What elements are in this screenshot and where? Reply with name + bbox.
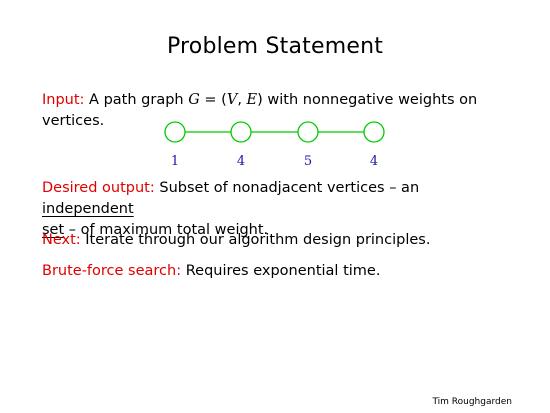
desired-output-label: Desired output: [42, 180, 155, 196]
brute-force-paragraph: Brute-force search: Requires exponential… [42, 261, 512, 282]
brute-force-label: Brute-force search: [42, 263, 182, 279]
next-label: Next: [42, 232, 81, 248]
brute-force-text: Requires exponential time. [185, 263, 381, 279]
vertex-2 [230, 121, 252, 143]
weight-label-2: 4 [237, 154, 245, 169]
path-graph: 1 4 5 4 [164, 121, 385, 169]
next-paragraph: Next: Iterate through our algorithm desi… [42, 230, 512, 251]
vertex-4 [363, 121, 385, 143]
slide-title: Problem Statement [166, 34, 384, 59]
vertex-3 [297, 121, 319, 143]
input-text-after: with nonnegative weights on [267, 92, 478, 108]
weight-label-4: 4 [370, 154, 378, 169]
next-text: Iterate through our algorithm design pri… [85, 232, 431, 248]
vertex-1 [164, 121, 186, 143]
input-label: Input: [42, 92, 85, 108]
input-text-before: A path graph [89, 92, 184, 108]
desired-output-text1: Subset of nonadjacent vertices – an [159, 180, 420, 196]
author-footer: Tim Roughgarden [432, 397, 512, 407]
input-line2: vertices. [42, 113, 105, 129]
weight-label-1: 1 [171, 154, 179, 169]
graph-notation: G = (V, E) [188, 92, 263, 108]
weight-label-3: 5 [304, 154, 312, 169]
term-independent: independent [42, 201, 134, 217]
